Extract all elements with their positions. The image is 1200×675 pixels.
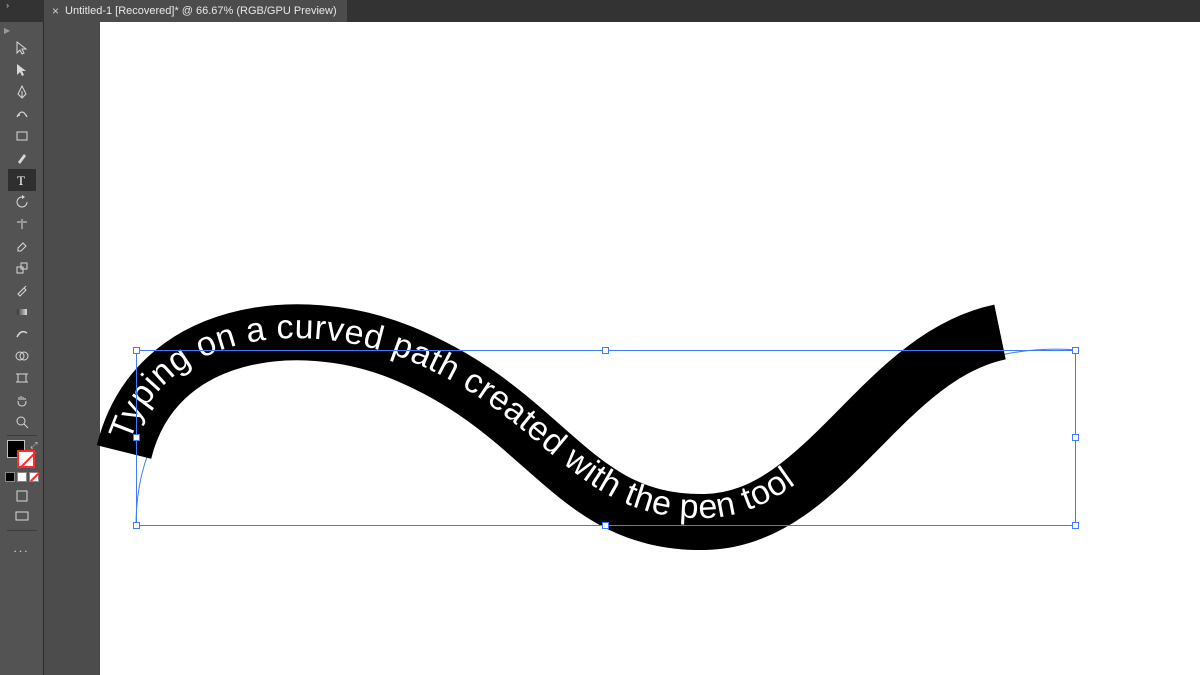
gradient-tool[interactable] [8,301,36,323]
toolbox-divider [7,435,37,436]
document-tab[interactable]: × Untitled-1 [Recovered]* @ 66.67% (RGB/… [44,0,347,22]
expand-panels-icon[interactable]: ›› [6,1,7,10]
rotate-tool[interactable] [8,191,36,213]
color-none-icon[interactable] [29,472,39,482]
rectangle-tool[interactable] [8,125,36,147]
hand-tool[interactable] [8,389,36,411]
selection-tool[interactable] [8,37,36,59]
shape-builder-tool[interactable] [8,345,36,367]
path-text-content: Typing on a curved path created with the… [102,308,801,526]
fill-stroke-swatch[interactable]: ⤢ [5,440,39,470]
pasteboard-gutter [44,22,100,675]
reflect-tool[interactable] [8,213,36,235]
direct-selection-tool[interactable] [8,59,36,81]
document-tab-bar: ›› × Untitled-1 [Recovered]* @ 66.67% (R… [0,0,1200,22]
artboard[interactable]: Typing on a curved path created with the… [100,22,1200,675]
type-tool[interactable]: T [8,169,36,191]
document-tab-title: Untitled-1 [Recovered]* @ 66.67% (RGB/GP… [65,5,337,17]
color-gradient-icon[interactable] [17,472,27,482]
toolbox-divider [7,530,37,531]
svg-text:T: T [17,173,25,187]
color-solid-icon[interactable] [5,472,15,482]
screen-mode-icon[interactable] [14,508,30,524]
edit-toolbar-icon[interactable]: ... [13,541,29,555]
paintbrush-tool[interactable] [8,147,36,169]
draw-mode-normal-icon[interactable] [14,488,30,504]
scale-tool[interactable] [8,257,36,279]
curvature-tool[interactable] [8,103,36,125]
toolbox: ▶ T [0,22,44,675]
color-mode-swatches[interactable] [5,472,39,482]
zoom-tool[interactable] [8,411,36,433]
eyedropper-tool[interactable] [8,279,36,301]
canvas-artwork[interactable]: Typing on a curved path created with the… [100,22,1200,675]
artboard-tool[interactable] [8,367,36,389]
toolbox-collapse-icon[interactable]: ▶ [4,26,10,35]
path-text[interactable]: Typing on a curved path created with the… [102,308,801,526]
free-transform-tool[interactable] [8,323,36,345]
close-tab-icon[interactable]: × [52,5,59,17]
swap-fill-stroke-icon[interactable]: ⤢ [30,440,37,451]
eraser-tool[interactable] [8,235,36,257]
stroke-swatch[interactable] [17,450,35,468]
toolbox-header-gap: ›› [0,0,44,22]
pen-tool[interactable] [8,81,36,103]
